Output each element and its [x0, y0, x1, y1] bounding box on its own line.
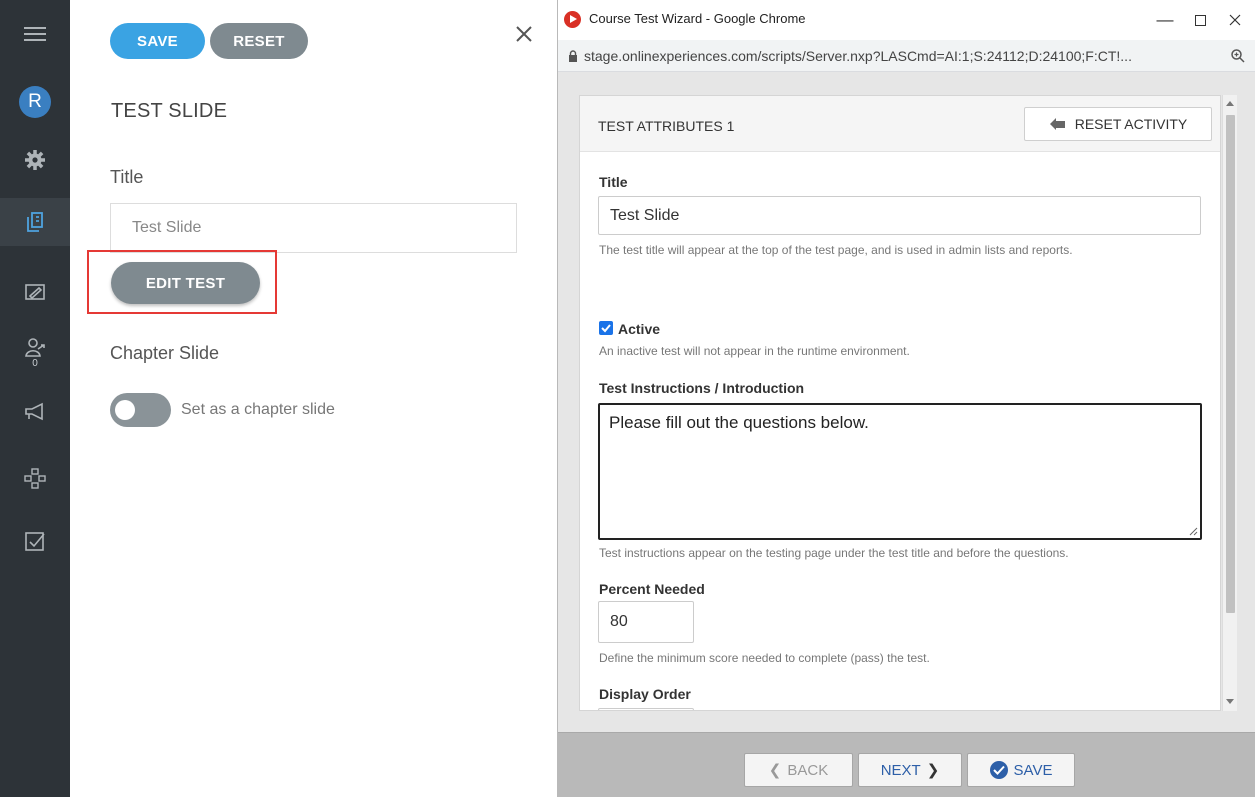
wizard-save-button[interactable]: SAVE	[967, 753, 1075, 787]
gear-icon[interactable]	[0, 136, 70, 184]
chevron-right-icon: ❯	[926, 762, 940, 779]
wizard-save-label: SAVE	[1013, 761, 1053, 779]
toggle-knob	[115, 400, 135, 420]
image-edit-icon[interactable]	[0, 268, 70, 316]
chevron-left-icon: ❮	[768, 762, 782, 779]
reset-button[interactable]: RESET	[210, 23, 308, 59]
instructions-textarea[interactable]: Please fill out the questions below.	[598, 403, 1202, 540]
url-text: stage.onlinexperiences.com/scripts/Serve…	[584, 48, 1132, 64]
close-icon[interactable]	[512, 22, 536, 46]
wizard-footer: ❮ BACK NEXT ❯ SAVE	[558, 732, 1255, 797]
card-title: TEST ATTRIBUTES 1	[598, 118, 735, 134]
panel-heading: TEST SLIDE	[111, 100, 228, 122]
menu-icon[interactable]	[0, 10, 70, 58]
window-titlebar: Course Test Wizard - Google Chrome —	[558, 0, 1255, 40]
reset-activity-button[interactable]: RESET ACTIVITY	[1024, 107, 1212, 141]
test-title-input[interactable]: Test Slide	[598, 196, 1201, 235]
learner-icon[interactable]: 0	[0, 328, 70, 376]
next-button[interactable]: NEXT ❯	[858, 753, 962, 787]
avatar[interactable]: R	[0, 78, 70, 126]
instructions-help-text: Test instructions appear on the testing …	[599, 546, 1069, 560]
maximize-icon[interactable]	[1185, 8, 1215, 32]
content-scrollbar[interactable]	[1222, 95, 1237, 711]
chapter-slide-toggle[interactable]	[110, 393, 171, 427]
active-checkbox[interactable]	[599, 321, 613, 335]
scroll-down-icon[interactable]	[1226, 699, 1234, 704]
percent-help-text: Define the minimum score needed to compl…	[599, 651, 930, 665]
window-close-icon[interactable]	[1220, 8, 1250, 32]
percent-needed-input[interactable]: 80	[598, 601, 694, 643]
learner-count-badge: 0	[32, 357, 38, 369]
minimize-icon[interactable]: —	[1150, 8, 1180, 32]
title-field-label: Title	[599, 174, 628, 190]
scroll-thumb[interactable]	[1226, 115, 1235, 613]
lock-icon	[569, 50, 577, 62]
chapter-toggle-label: Set as a chapter slide	[181, 401, 335, 418]
scroll-up-icon[interactable]	[1226, 101, 1234, 106]
avatar-initial: R	[19, 86, 51, 118]
wizard-content: TEST ATTRIBUTES 1 RESET ACTIVITY Title T…	[558, 72, 1255, 732]
title-label: Title	[110, 167, 144, 187]
card-header: TEST ATTRIBUTES 1 RESET ACTIVITY	[580, 96, 1220, 152]
test-attributes-card: TEST ATTRIBUTES 1 RESET ACTIVITY Title T…	[579, 95, 1221, 711]
chrome-app-icon	[564, 11, 581, 28]
sitemap-icon[interactable]	[0, 454, 70, 502]
display-order-label: Display Order	[599, 686, 691, 702]
address-bar[interactable]: stage.onlinexperiences.com/scripts/Serve…	[558, 40, 1255, 72]
slides-icon[interactable]	[0, 198, 70, 246]
reset-activity-label: RESET ACTIVITY	[1074, 116, 1188, 132]
instructions-field-label: Test Instructions / Introduction	[599, 380, 805, 396]
course-test-wizard-window: Course Test Wizard - Google Chrome — sta…	[557, 0, 1255, 797]
edit-test-button[interactable]: EDIT TEST	[111, 262, 260, 304]
chapter-slide-label: Chapter Slide	[110, 343, 220, 363]
instructions-text: Please fill out the questions below.	[609, 413, 869, 432]
slide-settings-panel: SAVE RESET TEST SLIDE Title Test Slide E…	[70, 0, 550, 797]
back-label: BACK	[787, 761, 829, 779]
next-label: NEXT	[880, 761, 921, 779]
zoom-icon[interactable]	[1230, 48, 1246, 64]
title-help-text: The test title will appear at the top of…	[599, 243, 1073, 257]
active-help-text: An inactive test will not appear in the …	[599, 344, 910, 358]
back-button[interactable]: ❮ BACK	[744, 753, 853, 787]
megaphone-icon[interactable]	[0, 388, 70, 436]
display-order-input[interactable]	[598, 708, 694, 710]
side-nav-rail: R 0	[0, 0, 70, 797]
percent-field-label: Percent Needed	[599, 581, 705, 597]
reset-activity-icon	[1049, 118, 1065, 130]
title-input[interactable]: Test Slide	[110, 203, 517, 253]
active-label: Active	[618, 321, 661, 337]
check-circle-icon	[989, 761, 1008, 779]
save-button[interactable]: SAVE	[110, 23, 205, 59]
resize-grip-icon[interactable]	[1189, 527, 1198, 536]
window-title: Course Test Wizard - Google Chrome	[589, 11, 806, 26]
checkbox-icon[interactable]	[0, 518, 70, 566]
